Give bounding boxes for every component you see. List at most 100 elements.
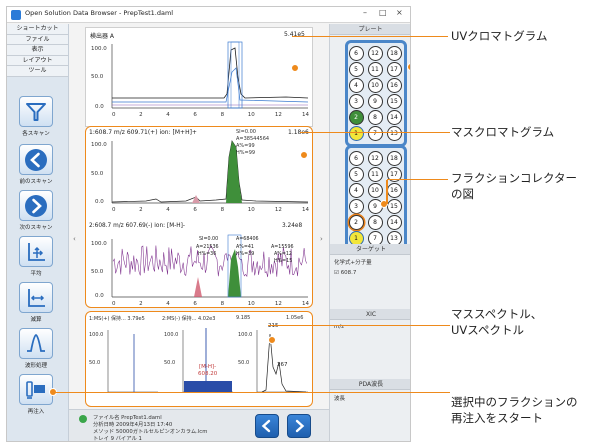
uv-trace-black	[112, 47, 309, 99]
target-column: 化学式+分子量	[334, 260, 372, 266]
prev-scan-label: 前のスキャン	[19, 179, 53, 185]
plate-well[interactable]: 11	[367, 167, 383, 182]
mass2-x-ticks: 0 2 4 6 8 10 12 14	[112, 301, 309, 307]
plate-well[interactable]: 18	[386, 151, 402, 166]
mass-marker	[300, 151, 308, 159]
title-bar: Open Solution Data Browser - PrepTest1.d…	[7, 7, 410, 23]
mass2-ann-area2: A=21536	[196, 244, 219, 250]
plate-well[interactable]: 4	[348, 78, 364, 93]
reinject-button[interactable]	[19, 374, 53, 405]
plate-well[interactable]: 1	[348, 126, 364, 141]
plate-well[interactable]: 2	[348, 215, 364, 230]
spectrum-marker	[268, 336, 276, 344]
spec2-peak-value: 608.20	[198, 371, 218, 377]
spec1-y-top: 100.0	[89, 332, 103, 338]
maximize-icon[interactable]: □	[379, 8, 387, 17]
each-scan-tool[interactable]: 各スキャン	[17, 96, 55, 137]
waveform-button[interactable]	[19, 328, 53, 359]
waveform-tool[interactable]: 波形処理	[17, 328, 55, 369]
close-icon[interactable]: ×	[396, 8, 403, 17]
menu-view[interactable]: 表示	[7, 45, 68, 56]
spec2-y-top: 100.0	[164, 332, 178, 338]
prev-scan-button[interactable]	[19, 144, 53, 175]
target-row[interactable]: ☑ 608.7	[334, 270, 356, 276]
menu-tools[interactable]: ツール	[7, 66, 68, 77]
plate-well[interactable]: 5	[348, 167, 364, 182]
subtract-tool[interactable]: 減算	[17, 282, 55, 323]
next-scan-tool[interactable]: 次のスキャン	[17, 190, 55, 231]
plate-well[interactable]: 6	[348, 151, 364, 166]
menu-shortcut[interactable]: ショートカット	[7, 24, 68, 35]
uv-y-mid: 50.0	[91, 74, 104, 80]
plate-well[interactable]: 12	[367, 151, 383, 166]
plate-well[interactable]: 7	[367, 126, 383, 141]
plate-well[interactable]: 13	[386, 126, 402, 141]
plate-well[interactable]: 6	[348, 46, 364, 61]
plate-well[interactable]: 11	[367, 62, 383, 77]
x-tick-label: 6	[193, 301, 197, 307]
plate-well[interactable]: 8	[367, 110, 383, 125]
mass2-y-mid: 50.0	[91, 269, 104, 275]
average-icon	[28, 242, 45, 261]
mass1-trace	[111, 140, 309, 203]
status-tray: トレイ 9 バイアル 1	[93, 436, 142, 442]
reinject-callout-line2: 再注入をスタート	[451, 411, 543, 425]
plate-well[interactable]: 9	[367, 94, 383, 109]
spec1-y-mid: 50.0	[89, 360, 100, 366]
mass1-x-ticks: 0 2 4 6 8 10 12 14	[112, 207, 309, 213]
average-tool[interactable]: 平均	[17, 236, 55, 277]
x-tick-label: 2	[139, 207, 143, 213]
collapse-left-icon[interactable]: ‹	[73, 235, 76, 243]
plate-well[interactable]: 10	[367, 78, 383, 93]
plate-well[interactable]: 12	[367, 46, 383, 61]
mass2-scale: 3.24e8	[282, 223, 302, 229]
next-scan-label: 次のスキャン	[19, 225, 53, 231]
menu-list: ショートカット ファイル 表示 レイアウト ツール	[7, 24, 68, 77]
plate-well[interactable]: 3	[348, 94, 364, 109]
plate-well[interactable]: 4	[348, 183, 364, 198]
subtract-button[interactable]	[19, 282, 53, 313]
x-tick-label: 12	[275, 207, 282, 213]
fraction-plate-2[interactable]: 6 12 18 5 11 17 4 10 16 3 9 15 2 8 14 1 7 13	[345, 145, 407, 252]
plate-well[interactable]: 14	[386, 110, 402, 125]
prev-scan-tool[interactable]: 前のスキャン	[17, 144, 55, 185]
plate-well[interactable]: 5	[348, 62, 364, 77]
plate-well[interactable]: 16	[386, 183, 402, 198]
x-tick-label: 10	[248, 301, 255, 307]
prev-fraction-button[interactable]	[255, 414, 279, 438]
fraction-plate-1[interactable]: 6 12 18 5 11 17 4 10 16 3 9 15 2 8 14 1 7 13	[345, 40, 407, 147]
mass2-ann-apct1: A%=41	[236, 244, 254, 250]
plate-well[interactable]: 2	[348, 110, 364, 125]
plate-well[interactable]: 15	[386, 199, 402, 214]
next-fraction-button[interactable]	[287, 414, 311, 438]
plate-well[interactable]: 8	[367, 215, 383, 230]
x-tick-label: 10	[248, 207, 255, 213]
mass-chromatogram-panel[interactable]: 1:608.7 m/z 609.71(+) ion: [M+H]+ 1.18e6…	[85, 126, 313, 308]
plate-well[interactable]: 16	[386, 78, 402, 93]
uv-lead-line	[292, 36, 448, 38]
x-tick-label: 14	[302, 112, 309, 118]
minimize-icon[interactable]: –	[363, 8, 367, 17]
waveform-icon	[27, 333, 45, 352]
plate-well[interactable]: 18	[386, 46, 402, 61]
mass2-y-bot: 0.0	[95, 293, 104, 299]
collapse-right-icon[interactable]: ›	[320, 235, 323, 243]
plate-well[interactable]: 3	[348, 199, 364, 214]
plate-well[interactable]: 10	[367, 183, 383, 198]
uv-x-ticks: 0 2 4 6 8 10 12 14	[112, 112, 309, 118]
arrow-left-icon	[261, 419, 271, 433]
plate-well[interactable]: 15	[386, 94, 402, 109]
average-button[interactable]	[19, 236, 53, 267]
mass1-y-bot: 0.0	[95, 199, 104, 205]
plate-well[interactable]: 17	[386, 62, 402, 77]
menu-layout[interactable]: レイアウト	[7, 55, 68, 66]
plate-well[interactable]: 14	[386, 215, 402, 230]
uv-chromatogram-panel[interactable]: 検出器 A 5.41e5 100.0 50.0 0.0 0 2 4 6 8 10 12 14	[85, 27, 313, 127]
arrow-right-icon	[295, 419, 305, 433]
x-tick-label: 6	[193, 207, 197, 213]
plate-marker	[407, 63, 410, 71]
menu-file[interactable]: ファイル	[7, 34, 68, 45]
next-scan-button[interactable]	[19, 190, 53, 221]
fraction-callout-line2: の図	[451, 187, 474, 201]
each-scan-button[interactable]	[19, 96, 53, 127]
